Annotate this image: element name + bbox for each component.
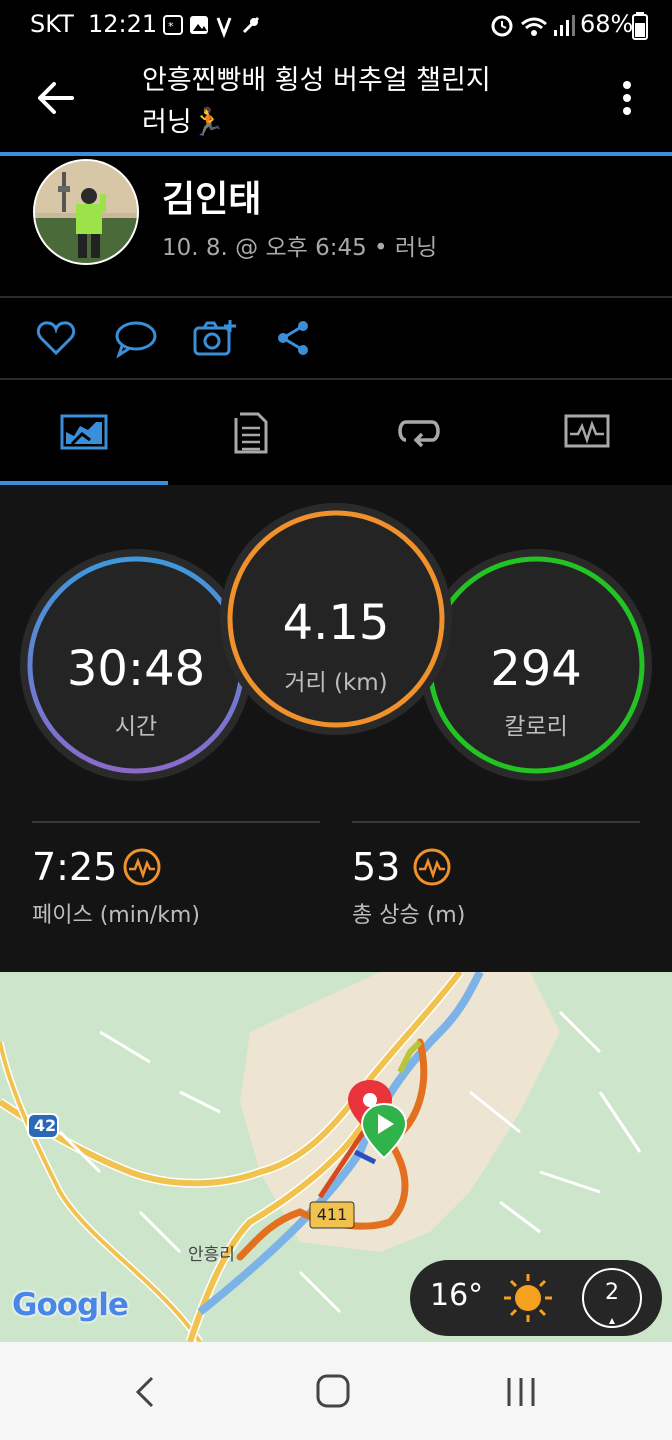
nav-back-icon[interactable] xyxy=(130,1374,160,1410)
tab-charts-icon[interactable] xyxy=(564,414,610,450)
add-photo-icon[interactable] xyxy=(192,318,238,358)
like-heart-icon[interactable] xyxy=(36,320,76,356)
route-map[interactable]: 42 411 안흥리 Google 16° 2 xyxy=(0,972,672,1342)
title-line-2: 러닝🏃 xyxy=(142,107,226,138)
tab-overview-chart-icon[interactable] xyxy=(60,414,110,452)
calories-value: 294 xyxy=(490,641,582,697)
system-icons xyxy=(491,15,575,37)
nav-recents-icon[interactable] xyxy=(504,1374,538,1410)
clock-time: 12:21 xyxy=(88,10,158,38)
svg-text:*: * xyxy=(168,20,174,33)
elevation-activity-icon[interactable] xyxy=(412,847,452,887)
share-icon[interactable] xyxy=(276,320,312,356)
pace-label: 페이스 (min/km) xyxy=(32,903,200,928)
place-label: 안흥리 xyxy=(188,1245,235,1265)
distance-value: 4.15 xyxy=(282,595,390,651)
stats-panel: 30:48 시간 4.15 거리 (km) 294 칼로리 7:25 페이스 (… xyxy=(0,485,672,972)
time-label: 시간 xyxy=(114,714,158,740)
activity-tabs xyxy=(0,380,672,484)
pace-value: 7:25 xyxy=(32,845,118,889)
activity-meta: 10. 8. @ 오후 6:45 • 러닝 xyxy=(162,235,438,261)
elevation-label: 총 상승 (m) xyxy=(352,903,466,928)
wind-speed: 2 xyxy=(605,1280,619,1305)
sun-icon xyxy=(504,1274,552,1322)
back-arrow-icon[interactable] xyxy=(36,80,76,116)
time-value: 30:48 xyxy=(66,641,206,697)
app-header: 안흥찐빵배 횡성 버추얼 챌린지 러닝🏃 xyxy=(0,52,672,154)
profile-section: 김인태 10. 8. @ 오후 6:45 • 러닝 xyxy=(0,156,672,297)
activity-title: 안흥찐빵배 횡성 버추얼 챌린지 러닝🏃 xyxy=(142,60,562,144)
elevation-value: 53 xyxy=(352,845,401,889)
status-bar: SKT 12:21 * 68% xyxy=(0,0,672,52)
battery-percent: 68% xyxy=(580,10,634,38)
divider xyxy=(32,821,320,823)
google-logo: Google xyxy=(12,1287,129,1323)
calories-label: 칼로리 xyxy=(504,714,568,740)
title-line-1: 안흥찐빵배 횡성 버추얼 챌린지 xyxy=(142,65,491,96)
carrier-label: SKT xyxy=(30,10,74,38)
divider xyxy=(352,821,640,823)
comment-icon[interactable] xyxy=(114,320,158,358)
notification-icons: * xyxy=(163,15,260,38)
road-42-label: 42 xyxy=(33,1116,57,1135)
system-nav-bar xyxy=(0,1342,672,1440)
tab-stats-document-icon[interactable] xyxy=(232,408,270,456)
weather-temperature: 16° xyxy=(430,1278,484,1313)
nav-home-icon[interactable] xyxy=(314,1372,354,1412)
action-bar xyxy=(0,298,672,378)
road-411-label: 411 xyxy=(316,1205,348,1224)
distance-label: 거리 (km) xyxy=(284,670,388,696)
weather-badge[interactable]: 16° 2 xyxy=(410,1260,662,1336)
more-options-icon[interactable] xyxy=(616,80,638,120)
avatar[interactable] xyxy=(32,158,140,266)
pace-activity-icon[interactable] xyxy=(122,847,162,887)
tab-laps-loop-icon[interactable] xyxy=(396,416,442,448)
battery-icon xyxy=(632,12,648,40)
user-name[interactable]: 김인태 xyxy=(162,170,261,222)
